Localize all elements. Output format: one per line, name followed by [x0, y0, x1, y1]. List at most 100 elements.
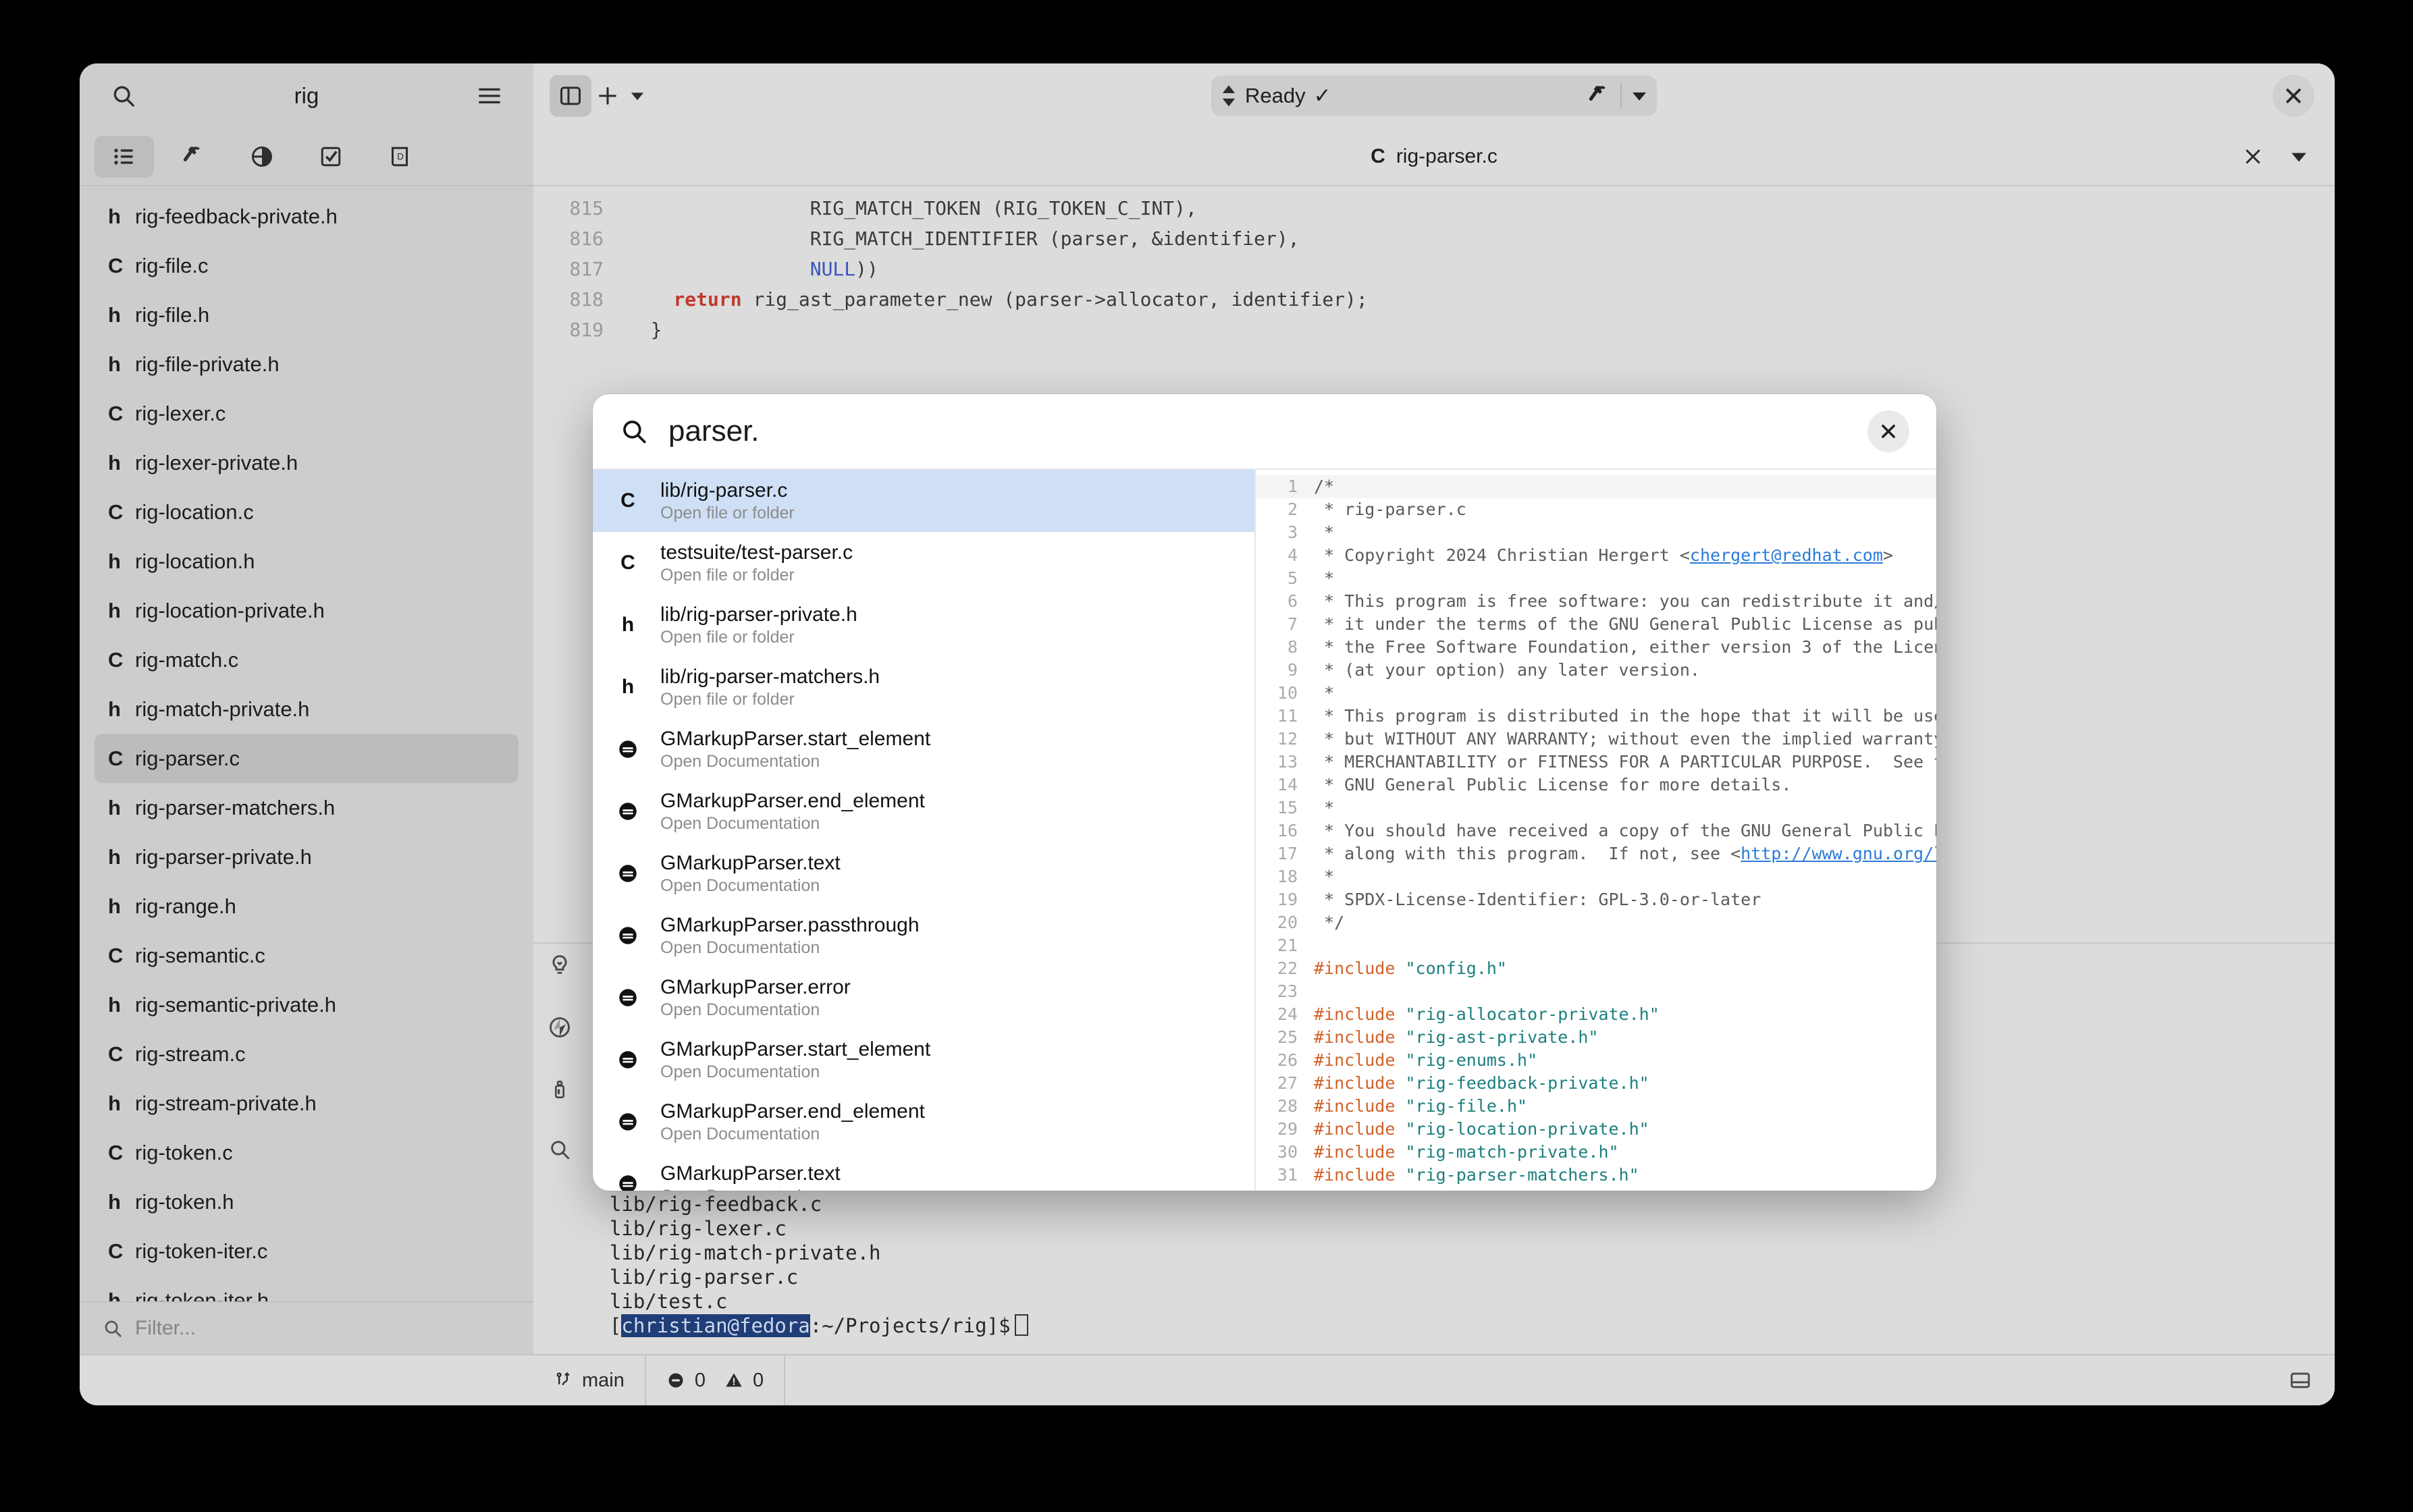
- search-result-item[interactable]: GMarkupParser.end_elementOpen Documentat…: [593, 780, 1254, 842]
- file-list-item[interactable]: Crig-token.c: [95, 1128, 519, 1177]
- file-list-item[interactable]: hrig-parser-private.h: [95, 832, 519, 882]
- panel-toggle-icon[interactable]: [550, 75, 591, 117]
- file-list[interactable]: hrig-feedback-private.hCrig-file.chrig-f…: [80, 186, 533, 1301]
- search-result-item[interactable]: GMarkupParser.errorOpen Documentation: [593, 967, 1254, 1029]
- sidebar-tab-docs[interactable]: D: [370, 136, 429, 178]
- file-list-item[interactable]: Crig-lexer.c: [95, 389, 519, 438]
- documentation-icon: [613, 1172, 643, 1191]
- line-number: 26: [1256, 1049, 1314, 1072]
- editor-line: 818 return rig_ast_parameter_new (parser…: [533, 284, 2335, 315]
- chevron-down-icon[interactable]: [2290, 148, 2308, 165]
- lightbulb-icon[interactable]: [548, 953, 572, 977]
- file-list-item[interactable]: hrig-file-private.h: [95, 340, 519, 389]
- file-list-item[interactable]: hrig-match-private.h: [95, 684, 519, 734]
- search-icon: [103, 1318, 123, 1339]
- chevron-down-icon[interactable]: [624, 75, 651, 117]
- search-result-item[interactable]: hlib/rig-parser-private.hOpen file or fo…: [593, 594, 1254, 656]
- hamburger-menu-icon[interactable]: [469, 75, 510, 117]
- search-result-title: GMarkupParser.start_element: [660, 1038, 930, 1061]
- file-list-item[interactable]: Crig-file.c: [95, 241, 519, 290]
- sidebar-tab-vcs[interactable]: [232, 136, 292, 178]
- file-name-label: rig-stream-private.h: [135, 1091, 317, 1116]
- git-branch-item[interactable]: main: [533, 1355, 646, 1405]
- build-chevron-down-icon[interactable]: [1631, 88, 1647, 104]
- compass-icon[interactable]: [548, 1015, 572, 1040]
- search-results-list[interactable]: Clib/rig-parser.cOpen file or folderCtes…: [593, 470, 1254, 1191]
- line-number: 14: [1256, 774, 1314, 796]
- file-list-item[interactable]: Crig-location.c: [95, 487, 519, 537]
- file-list-item[interactable]: hrig-location.h: [95, 537, 519, 586]
- search-result-item[interactable]: GMarkupParser.end_elementOpen Documentat…: [593, 1091, 1254, 1153]
- file-list-item[interactable]: hrig-semantic-private.h: [95, 980, 519, 1029]
- file-list-item[interactable]: Crig-stream.c: [95, 1029, 519, 1079]
- search-icon[interactable]: [548, 1138, 571, 1161]
- close-icon[interactable]: [2243, 146, 2263, 167]
- document-tabbar: C rig-parser.c: [533, 128, 2335, 186]
- search-icon[interactable]: [103, 75, 144, 117]
- filter-bar[interactable]: Filter...: [80, 1301, 533, 1354]
- preview-line: 26#include "rig-enums.h": [1256, 1049, 1936, 1072]
- panel-bottom-icon[interactable]: [2289, 1369, 2312, 1392]
- hammer-icon[interactable]: [1587, 84, 1611, 108]
- search-result-title: GMarkupParser.passthrough: [660, 914, 920, 937]
- search-row: parser.: [593, 394, 1936, 470]
- search-result-item[interactable]: Clib/rig-parser.cOpen file or folder: [593, 470, 1254, 532]
- prompt-path: :~/Projects/rig]$: [810, 1314, 1011, 1337]
- search-result-item[interactable]: Ctestsuite/test-parser.cOpen file or fol…: [593, 532, 1254, 594]
- preview-line: 20 */: [1256, 911, 1936, 934]
- sidebar-tab-todo[interactable]: [301, 136, 361, 178]
- build-status-pill[interactable]: Ready ✓: [1211, 76, 1657, 116]
- search-result-texts: lib/rig-parser-matchers.hOpen file or fo…: [660, 666, 880, 709]
- line-number: 23: [1256, 980, 1314, 1003]
- file-type-badge: C: [108, 1141, 135, 1165]
- search-result-item[interactable]: GMarkupParser.start_elementOpen Document…: [593, 1029, 1254, 1091]
- search-body: Clib/rig-parser.cOpen file or folderCtes…: [593, 470, 1936, 1191]
- line-number: 16: [1256, 819, 1314, 842]
- preview-line: 31#include "rig-parser-matchers.h": [1256, 1164, 1936, 1187]
- file-list-item[interactable]: Crig-parser.c: [95, 734, 519, 783]
- file-list-item[interactable]: hrig-token.h: [95, 1177, 519, 1226]
- search-result-item[interactable]: hlib/rig-parser-matchers.hOpen file or f…: [593, 656, 1254, 718]
- close-icon[interactable]: [1867, 410, 1909, 452]
- new-button[interactable]: [591, 75, 624, 117]
- search-result-title: GMarkupParser.end_element: [660, 790, 925, 813]
- line-content: RIG_MATCH_TOKEN (RIG_TOKEN_C_INT),: [628, 193, 1197, 223]
- file-list-item[interactable]: Crig-match.c: [95, 635, 519, 684]
- document-tab[interactable]: C rig-parser.c: [1371, 145, 1497, 168]
- spray-can-icon[interactable]: [548, 1077, 571, 1100]
- search-result-item[interactable]: GMarkupParser.start_elementOpen Document…: [593, 718, 1254, 780]
- window-close-button[interactable]: [2273, 75, 2314, 117]
- file-list-item[interactable]: Crig-token-iter.c: [95, 1226, 519, 1276]
- diagnostics-item[interactable]: 0 0: [646, 1355, 785, 1405]
- line-number: 31: [1256, 1164, 1314, 1187]
- search-result-item[interactable]: GMarkupParser.passthroughOpen Documentat…: [593, 905, 1254, 967]
- preview-line: 15 *: [1256, 796, 1936, 819]
- file-list-item[interactable]: hrig-file.h: [95, 290, 519, 340]
- file-list-item[interactable]: hrig-lexer-private.h: [95, 438, 519, 487]
- search-result-item[interactable]: GMarkupParser.textOpen Documentation: [593, 842, 1254, 905]
- file-list-item[interactable]: Crig-semantic.c: [95, 931, 519, 980]
- file-list-item[interactable]: hrig-parser-matchers.h: [95, 783, 519, 832]
- search-input[interactable]: parser.: [668, 414, 1847, 448]
- sidebar-tab-build[interactable]: [163, 136, 223, 178]
- file-list-item[interactable]: hrig-feedback-private.h: [95, 192, 519, 241]
- svg-text:D: D: [397, 152, 404, 162]
- preview-line: 10 *: [1256, 682, 1936, 705]
- file-name-label: rig-lexer-private.h: [135, 451, 298, 475]
- filter-input[interactable]: Filter...: [135, 1317, 196, 1340]
- documentation-icon: [613, 1110, 643, 1133]
- file-name-label: rig-parser.c: [135, 747, 240, 771]
- line-content: * Copyright 2024 Christian Hergert <cher…: [1314, 544, 1893, 567]
- preview-line: 11 * This program is distributed in the …: [1256, 705, 1936, 728]
- line-content: #include "rig-parser-private.h": [1314, 1187, 1629, 1191]
- search-result-item[interactable]: GMarkupParser.textOpen Documentation: [593, 1153, 1254, 1191]
- file-list-item[interactable]: hrig-token-iter.h: [95, 1276, 519, 1301]
- line-number: 9: [1256, 659, 1314, 682]
- file-list-item[interactable]: hrig-range.h: [95, 882, 519, 931]
- file-type-badge: C: [108, 1042, 135, 1066]
- file-list-item[interactable]: hrig-location-private.h: [95, 586, 519, 635]
- line-content: return rig_ast_parameter_new (parser->al…: [628, 284, 1368, 315]
- file-list-item[interactable]: hrig-stream-private.h: [95, 1079, 519, 1128]
- search-result-texts: GMarkupParser.passthroughOpen Documentat…: [660, 914, 920, 958]
- sidebar-tab-files[interactable]: [95, 136, 154, 178]
